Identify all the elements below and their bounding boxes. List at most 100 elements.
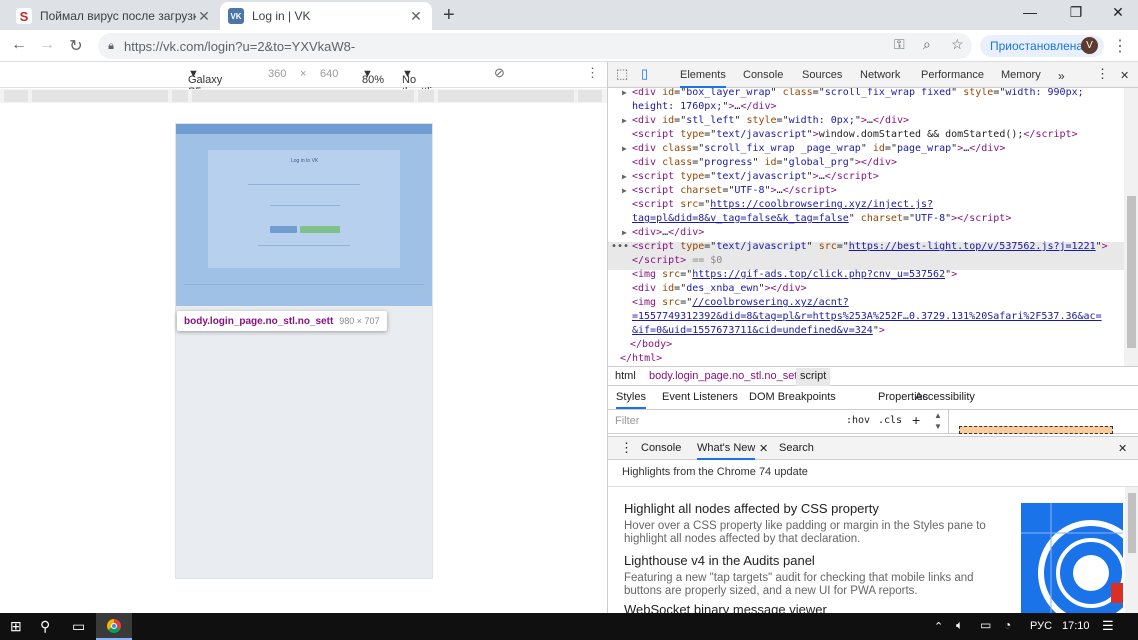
tab-inactive[interactable]: S Поймал вирус после загрузки в ✕ — [8, 2, 220, 30]
language-indicator[interactable]: РУС — [1030, 620, 1052, 632]
dom-node-line[interactable]: ▶ <script charset="UTF-8">…</script> — [622, 185, 837, 199]
avatar[interactable]: V — [1081, 37, 1098, 54]
minimize-icon[interactable]: — — [1010, 4, 1050, 20]
restore-icon[interactable]: ❐ — [1056, 4, 1096, 21]
zoom-select[interactable]: 80% ▼ — [362, 68, 384, 86]
dom-node-line[interactable]: </body> — [630, 339, 672, 353]
tab-console[interactable]: Console — [743, 69, 783, 81]
dom-node-line[interactable]: <img src="https://gif-ads.top/click.php?… — [632, 269, 957, 283]
chrome-taskbar-button[interactable] — [96, 613, 132, 640]
expand-arrow-icon[interactable]: ▶ — [622, 144, 627, 153]
throttling-select[interactable]: No throttling ▼ — [402, 68, 444, 98]
dom-node-line[interactable]: </script> == $0 — [632, 255, 722, 269]
close-devtools-icon[interactable]: ✕ — [1120, 69, 1129, 82]
chrome-menu-icon[interactable]: ⋮ — [1112, 36, 1128, 56]
clock[interactable]: 17:10 — [1062, 620, 1090, 632]
devtools-menu-icon[interactable]: ⋮ — [1096, 66, 1109, 82]
drawer-menu-icon[interactable]: ⋮ — [620, 440, 633, 456]
tab-memory[interactable]: Memory — [1001, 69, 1041, 81]
expand-arrow-icon[interactable]: ▶ — [622, 172, 627, 181]
close-drawer-icon[interactable]: ✕ — [1118, 442, 1127, 455]
tab-dom-breakpoints[interactable]: DOM Breakpoints — [749, 391, 836, 403]
drawer-tab-console[interactable]: Console — [641, 442, 681, 454]
network-icon[interactable]: ◔ — [1004, 618, 1011, 632]
expand-arrow-icon[interactable]: ▶ — [622, 88, 627, 97]
sidebar-scroll-arrows-icon[interactable]: ▲ ▼ — [934, 410, 942, 432]
device-toggle-icon[interactable]: ▯ — [641, 66, 648, 82]
whats-new-scrollbar[interactable] — [1128, 493, 1136, 553]
dom-node-line[interactable]: &if=0&uid=1557673711&cid=undefined&v=324… — [632, 325, 885, 339]
drawer-tab-whats-new[interactable]: What's New — [697, 442, 756, 460]
dom-node-line[interactable]: ▶ <div>…</div> — [622, 227, 704, 241]
key-icon[interactable]: ⚿ — [894, 36, 905, 53]
close-window-icon[interactable]: ✕ — [1098, 4, 1138, 21]
rotate-icon[interactable]: ⊘ — [494, 65, 505, 81]
dom-node-line[interactable]: ▶ <div class="scroll_fix_wrap _page_wrap"… — [622, 143, 1005, 157]
back-icon[interactable]: ← — [9, 36, 29, 54]
volume-icon[interactable]: 🔈︎ — [956, 618, 963, 633]
dom-node-line[interactable]: <script type="text/javascript">window.do… — [632, 129, 1078, 143]
dom-node-line[interactable]: </html> — [620, 353, 662, 366]
device-width[interactable]: 360 — [268, 68, 286, 80]
new-tab-icon[interactable]: + — [443, 4, 455, 27]
drawer-tab-search[interactable]: Search — [779, 442, 814, 454]
battery-icon[interactable]: ▭ — [980, 618, 991, 632]
tab-styles[interactable]: Styles — [616, 391, 646, 409]
more-tabs-icon[interactable]: » — [1058, 69, 1065, 83]
expand-arrow-icon[interactable]: ▶ — [622, 116, 627, 125]
dom-node-line[interactable]: <div id="des_xnba_ewn"></div> — [632, 283, 807, 297]
hov-toggle[interactable]: :hov — [846, 415, 870, 426]
reload-icon[interactable]: ↻ — [66, 36, 86, 56]
lock-icon[interactable]: 🔒︎ — [98, 40, 124, 53]
expand-arrow-icon[interactable]: ▶ — [622, 228, 627, 237]
dom-node-line[interactable]: <script type="text/javascript" src="http… — [632, 241, 1108, 255]
crumb-script[interactable]: script — [796, 368, 831, 386]
crumb-body[interactable]: body.login_page.no_stl.no_sett — [649, 370, 800, 382]
forward-icon[interactable]: → — [37, 36, 57, 54]
elements-tree[interactable]: ▶ <div id="box_layer_wrap" class="scroll_… — [608, 88, 1124, 366]
close-whats-new-icon[interactable]: ✕ — [759, 442, 768, 455]
windows-start-icon[interactable]: ⊞ — [10, 618, 22, 635]
zoom-icon[interactable]: ⌕ — [923, 36, 931, 53]
dom-node-line[interactable]: ▶ <div id="stl_left" style="width: 0px;">… — [622, 115, 909, 129]
filter-input[interactable]: Filter — [615, 415, 639, 427]
whats-new-item-title[interactable]: Lighthouse v4 in the Audits panel — [624, 553, 815, 568]
whats-new-item-title[interactable]: Highlight all nodes affected by CSS prop… — [624, 501, 879, 516]
whats-new-item-title[interactable]: WebSocket binary message viewer — [624, 602, 827, 613]
dom-node-line[interactable]: tag=pl&did=8&v_tag=false&k_tag=false" ch… — [632, 213, 1011, 227]
dom-node-line[interactable]: <script src="https://coolbrowsering.xyz/… — [632, 199, 933, 213]
add-rule-icon[interactable]: + — [912, 412, 920, 428]
dom-node-line[interactable]: <img src="//coolbrowsering.xyz/acnt? — [632, 297, 849, 311]
scroll-thumb[interactable] — [1127, 196, 1136, 348]
dom-node-line[interactable]: ▶ <div id="box_layer_wrap" class="scroll_… — [622, 88, 1084, 101]
tab-performance[interactable]: Performance — [921, 69, 984, 81]
tab-active[interactable]: VK Log in | VK ✕ — [220, 2, 432, 30]
close-tab-icon[interactable]: ✕ — [408, 8, 424, 25]
tray-chevron-icon[interactable]: ⌃ — [934, 620, 943, 633]
tab-event-listeners[interactable]: Event Listeners — [662, 391, 738, 403]
tab-network[interactable]: Network — [860, 69, 900, 81]
close-tab-icon[interactable]: ✕ — [196, 8, 212, 25]
address-bar[interactable]: 🔒︎ https://vk.com/login?u=2&to=YXVkaW8- — [98, 33, 972, 59]
search-icon[interactable]: ⚲ — [40, 618, 50, 635]
dom-node-line[interactable]: =1557749312392&did=8&tag=pl&r=https%253A… — [632, 311, 1102, 325]
device-select[interactable]: Galaxy S5 ▼ — [188, 68, 222, 98]
tab-sources[interactable]: Sources — [802, 69, 842, 81]
cls-toggle[interactable]: .cls — [878, 415, 902, 426]
notifications-icon[interactable]: ☰ — [1102, 618, 1114, 634]
node-actions-icon[interactable]: ••• — [611, 241, 629, 255]
dom-node-line[interactable]: ▶ <script type="text/javascript">…</scrip… — [622, 171, 879, 185]
inspect-element-icon[interactable]: ⬚ — [616, 66, 628, 82]
task-view-icon[interactable]: ▭ — [72, 618, 85, 635]
device-menu-icon[interactable]: ⋮ — [586, 65, 599, 81]
tab-accessibility[interactable]: Accessibility — [915, 391, 975, 403]
crumb-html[interactable]: html — [615, 370, 636, 382]
dom-node-line[interactable]: height: 1760px;">…</div> — [632, 101, 777, 115]
media-query-bar[interactable] — [0, 89, 607, 103]
elements-scrollbar[interactable] — [1124, 88, 1138, 366]
expand-arrow-icon[interactable]: ▶ — [622, 186, 627, 195]
bookmark-star-icon[interactable]: ☆ — [951, 36, 964, 53]
dom-node-line[interactable]: <div class="progress" id="global_prg"></… — [632, 157, 897, 171]
device-height[interactable]: 640 — [320, 68, 338, 80]
tab-elements[interactable]: Elements — [680, 69, 726, 88]
